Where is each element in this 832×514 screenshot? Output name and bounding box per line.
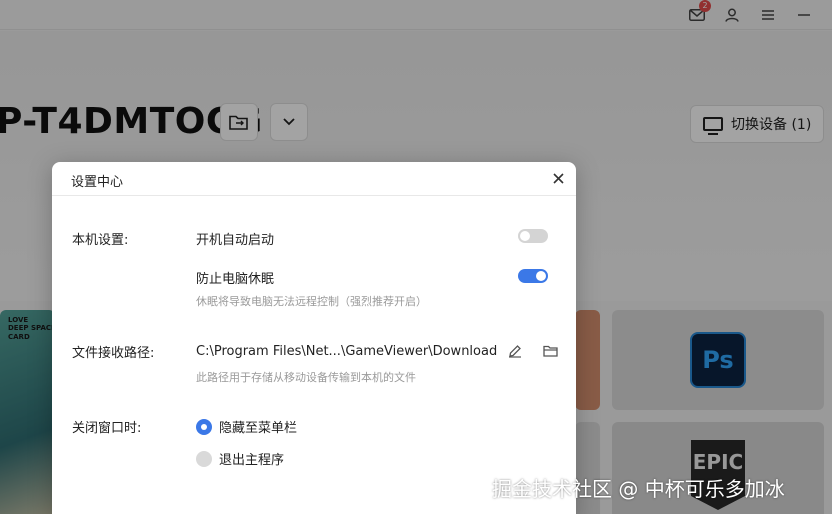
radio-unchecked-icon (196, 450, 212, 467)
radio-hide-to-tray-label: 隐藏至菜单栏 (219, 421, 298, 436)
autostart-toggle[interactable] (518, 229, 548, 243)
file-path-label: 文件接收路径: (72, 346, 155, 361)
close-button[interactable] (548, 168, 568, 188)
close-window-label: 关闭窗口时: (72, 421, 142, 436)
dialog-title: 设置中心 (71, 175, 124, 190)
pencil-icon (509, 345, 521, 358)
local-settings-label: 本机设置: (72, 233, 129, 248)
settings-dialog: 设置中心 本机设置: 开机自动启动 防止电脑休眠 休眠将导致电脑无法远程控制（强… (52, 162, 576, 514)
prevent-sleep-label: 防止电脑休眠 (196, 272, 275, 287)
edit-path-button[interactable] (506, 342, 524, 360)
folder-icon (542, 345, 558, 357)
watermark: 掘金技术社区 @ 中杯可乐多加冰 (492, 477, 785, 501)
close-icon (552, 172, 564, 184)
autostart-label: 开机自动启动 (196, 233, 275, 248)
dialog-header: 设置中心 (52, 162, 576, 196)
radio-hide-to-tray[interactable]: 隐藏至菜单栏 (196, 417, 297, 436)
file-path-hint: 此路径用于存储从移动设备传输到本机的文件 (196, 371, 416, 384)
prevent-sleep-hint: 休眠将导致电脑无法远程控制（强烈推荐开启） (196, 295, 427, 308)
radio-checked-icon (196, 418, 212, 435)
prevent-sleep-toggle[interactable] (518, 269, 548, 283)
file-path-value: C:\Program Files\Net...\GameViewer\Downl… (196, 344, 498, 359)
open-folder-button[interactable] (541, 342, 559, 360)
radio-exit-program[interactable]: 退出主程序 (196, 449, 284, 468)
radio-exit-program-label: 退出主程序 (219, 453, 285, 468)
